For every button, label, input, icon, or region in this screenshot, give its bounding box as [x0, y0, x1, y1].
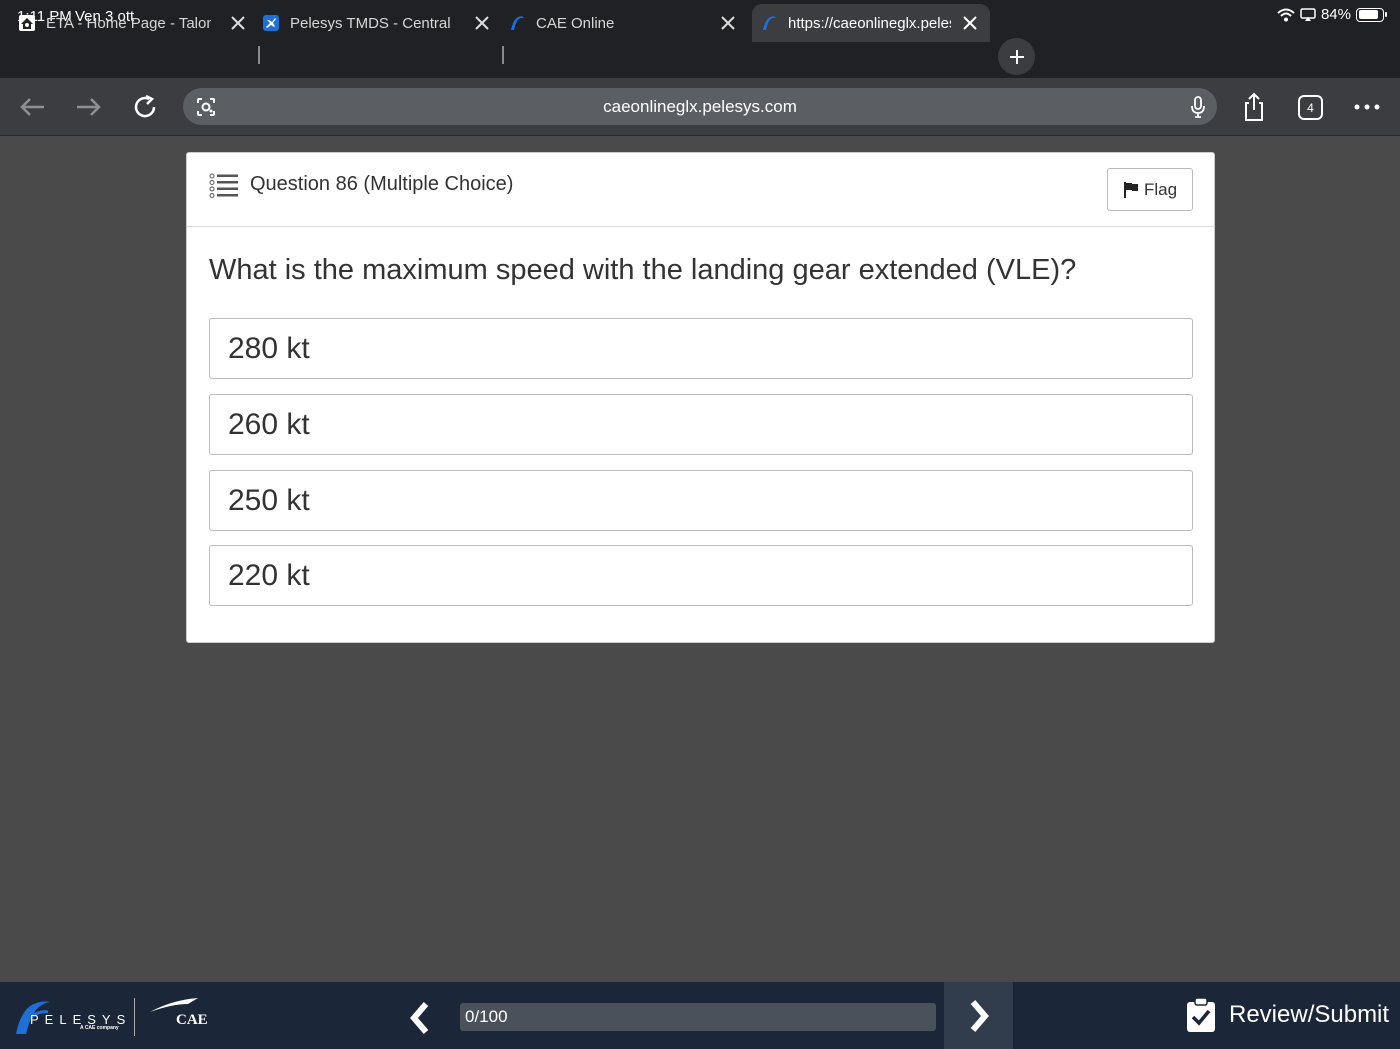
progress-text: 0/100: [465, 1007, 508, 1026]
screen-mirror-icon: [1300, 7, 1316, 21]
share-button[interactable]: [1237, 90, 1271, 124]
ellipsis-icon: [1354, 104, 1380, 110]
close-icon[interactable]: [228, 13, 248, 33]
question-text: What is the maximum speed with the landi…: [209, 254, 1077, 286]
arrow-right-icon: [77, 98, 101, 116]
clipboard-check-icon: [1187, 997, 1215, 1032]
chevron-left-icon: [410, 1002, 429, 1034]
wifi-icon: [1277, 8, 1295, 21]
answer-option[interactable]: 250 kt: [209, 470, 1193, 531]
share-icon: [1245, 92, 1263, 121]
close-icon[interactable]: [472, 13, 492, 33]
tab-switcher-button[interactable]: 4: [1298, 95, 1323, 120]
review-submit-label: Review/Submit: [1229, 1001, 1390, 1028]
question-header: Question 86 (Multiple Choice) Flag: [187, 153, 1214, 227]
tab-title: Pelesys TMDS - Central: [290, 14, 451, 32]
pelesys-icon: [508, 14, 526, 32]
question-card: Question 86 (Multiple Choice) Flag What …: [186, 152, 1215, 643]
tab-title: https://caeonlineglx.pelesys.com: [788, 14, 951, 32]
cae-company-tagline: A CAE company: [80, 1025, 119, 1031]
answer-label: 280 kt: [228, 332, 310, 365]
flag-label: Flag: [1143, 179, 1178, 199]
close-icon[interactable]: [718, 13, 738, 33]
status-right: 84%: [1277, 6, 1387, 23]
flag-button[interactable]: Flag: [1107, 168, 1193, 211]
back-button[interactable]: [15, 90, 49, 124]
battery-icon: [1356, 7, 1387, 22]
answer-option[interactable]: 220 kt: [209, 545, 1193, 606]
battery-fill: [1358, 10, 1378, 19]
address-bar[interactable]: caeonlineglx.pelesys.com: [183, 88, 1217, 125]
home-icon: [18, 14, 36, 32]
question-number: Question 86 (Multiple Choice): [250, 173, 514, 195]
question-list-icon[interactable]: [209, 173, 239, 199]
tab-title: ETA - Home Page - Talon: [46, 14, 211, 32]
chevron-right-icon: [970, 999, 989, 1032]
flag-icon: [1123, 181, 1138, 198]
answer-label: 220 kt: [228, 559, 310, 592]
tab-eta-home[interactable]: ETA - Home Page - Talon: [18, 4, 258, 42]
answer-label: 250 kt: [228, 484, 310, 517]
tab-cae-online[interactable]: CAE Online: [508, 4, 748, 42]
close-icon[interactable]: [960, 13, 980, 33]
microphone-icon[interactable]: [1189, 95, 1207, 119]
url-text: caeonlineglx.pelesys.com: [603, 97, 797, 116]
arrow-left-icon: [20, 98, 44, 116]
tab-title: CAE Online: [536, 14, 615, 32]
plus-icon: [1009, 49, 1024, 64]
previous-question-button[interactable]: [398, 996, 442, 1040]
tab-separator: [258, 46, 260, 64]
plane-icon: [262, 14, 280, 32]
new-tab-button[interactable]: [998, 38, 1035, 75]
reload-button[interactable]: [128, 90, 162, 124]
tab-pelesys-tmds[interactable]: Pelesys TMDS - Central: [262, 4, 502, 42]
logo-divider: [134, 998, 135, 1036]
forward-button[interactable]: [72, 90, 106, 124]
browser-toolbar: caeonlineglx.pelesys.com 4: [0, 78, 1400, 136]
answer-label: 260 kt: [228, 408, 310, 441]
exam-footer: PELESYS A CAE company CAE 0/100 Review/S…: [0, 982, 1400, 1049]
answer-option[interactable]: 280 kt: [209, 318, 1193, 379]
pelesys-icon: [760, 14, 778, 32]
next-question-button[interactable]: [944, 982, 1013, 1049]
more-menu-button[interactable]: [1350, 90, 1384, 124]
progress-bar: 0/100: [460, 1003, 936, 1031]
review-submit-button[interactable]: Review/Submit: [1186, 997, 1389, 1033]
reload-icon: [134, 94, 156, 118]
cae-wordmark: CAE: [176, 1012, 208, 1028]
answer-option[interactable]: 260 kt: [209, 394, 1193, 455]
battery-percent: 84%: [1320, 6, 1351, 23]
tab-separator: [502, 46, 504, 64]
tab-active-caeonlineglx[interactable]: https://caeonlineglx.pelesys.com: [752, 4, 990, 42]
